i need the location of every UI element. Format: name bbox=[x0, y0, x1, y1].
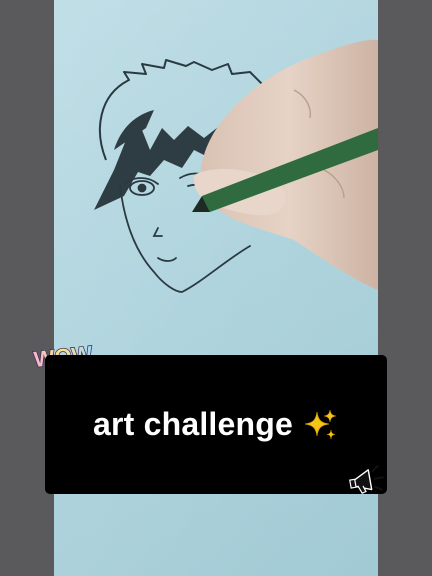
caption-text: art challenge bbox=[92, 406, 293, 442]
caption-box: art challenge bbox=[45, 355, 387, 494]
megaphone-icon bbox=[349, 465, 384, 494]
sparkles-icon bbox=[304, 409, 337, 439]
